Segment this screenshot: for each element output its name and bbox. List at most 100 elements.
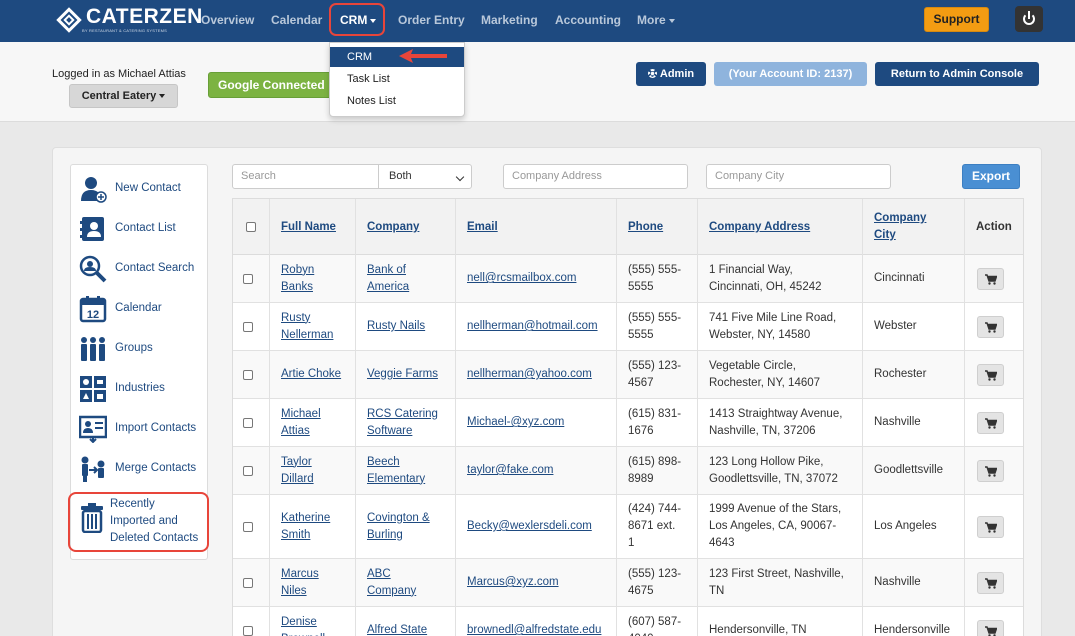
cell-line: 4643 <box>709 537 735 549</box>
cell-company[interactable]: ABC Company <box>356 559 456 606</box>
search-input[interactable]: Search <box>232 164 379 189</box>
nav-marketing[interactable]: Marketing <box>481 13 538 27</box>
order-button[interactable] <box>977 267 1004 290</box>
cell-line: (615) 898- <box>628 455 682 468</box>
cell-email[interactable]: nellherman@hotmail.com <box>456 303 617 350</box>
search-scope-select[interactable]: Both <box>378 164 472 189</box>
cell-email[interactable]: nell@rcsmailbox.com <box>456 255 617 302</box>
cell-full-name[interactable]: Marcus Niles <box>270 559 356 606</box>
cell-line: Software <box>367 424 413 437</box>
export-button[interactable]: Export <box>962 164 1020 189</box>
sidebar-item-import-contacts[interactable]: Import Contacts <box>71 411 209 447</box>
header-phone[interactable]: Phone <box>617 199 698 255</box>
company-address-input[interactable]: Company Address <box>503 164 688 189</box>
caterzen-logo[interactable]: CATERZEN BY RESTAURANT & CATERING SYSTEM… <box>56 6 203 33</box>
cell-company-city-text: Nashville <box>874 416 921 428</box>
nav-order-entry[interactable]: Order Entry <box>398 13 465 27</box>
sidebar-item-groups[interactable]: Groups <box>71 331 209 367</box>
nav-crm[interactable]: CRM <box>340 13 377 27</box>
row-checkbox[interactable] <box>243 369 253 380</box>
cell-company[interactable]: Alfred State <box>356 607 456 636</box>
select-all-checkbox[interactable] <box>246 222 256 232</box>
cell-full-name[interactable]: Robyn Banks <box>270 255 356 302</box>
order-button[interactable] <box>977 315 1004 338</box>
cell-email[interactable]: nellherman@yahoo.com <box>456 351 617 398</box>
cell-company[interactable]: Bank of America <box>356 255 456 302</box>
cell-line: 1676 <box>628 424 654 437</box>
order-button[interactable] <box>977 571 1004 594</box>
header-company[interactable]: Company <box>356 199 456 255</box>
row-checkbox[interactable] <box>243 321 253 332</box>
cell-company[interactable]: Rusty Nails <box>356 303 456 350</box>
header-company-address[interactable]: Company Address <box>698 199 863 255</box>
order-button[interactable] <box>977 459 1004 482</box>
admin-button[interactable]: Admin <box>636 62 706 86</box>
cell-email[interactable]: Michael-@xyz.com <box>456 399 617 446</box>
sidebar-item-calendar[interactable]: 12 Calendar <box>71 291 209 327</box>
cell-company[interactable]: Veggie Farms <box>356 351 456 398</box>
crm-menu-item-notes-list[interactable]: Notes List <box>347 95 396 107</box>
order-button[interactable] <box>977 619 1004 636</box>
header-email[interactable]: Email <box>456 199 617 255</box>
cell-email[interactable]: taylor@fake.com <box>456 447 617 494</box>
cell-company[interactable]: Covington & Burling <box>356 495 456 558</box>
sidebar-item-contact-search[interactable]: Contact Search <box>71 251 209 287</box>
header-full-name[interactable]: Full Name <box>270 199 356 255</box>
cell-full-name[interactable]: Artie Choke <box>270 351 356 398</box>
cell-email[interactable]: Marcus@xyz.com <box>456 559 617 606</box>
cell-full-name[interactable]: Michael Attias <box>270 399 356 446</box>
sidebar-item-contact-list[interactable]: Contact List <box>71 211 209 247</box>
order-button[interactable] <box>977 515 1004 538</box>
return-admin-console-button[interactable]: Return to Admin Console <box>875 62 1039 86</box>
cell-line: 4567 <box>628 376 654 389</box>
cell-line: 1999 Avenue of the Stars, <box>709 503 842 515</box>
logout-button[interactable] <box>1015 6 1043 32</box>
cell-email-text: Becky@wexlersdeli.com <box>467 520 592 532</box>
google-connected-button[interactable]: Google Connected <box>208 72 334 98</box>
row-checkbox[interactable] <box>243 577 253 588</box>
crm-menu-item-task-list[interactable]: Task List <box>347 73 390 85</box>
nav-overview[interactable]: Overview <box>201 13 254 27</box>
chevron-down-icon <box>370 18 377 23</box>
sidebar-item-merge-contacts[interactable]: Merge Contacts <box>71 451 209 487</box>
cell-line: Goodlettsville, TN, 37072 <box>709 472 838 485</box>
nav-more[interactable]: More <box>637 13 675 27</box>
row-checkbox[interactable] <box>243 273 253 284</box>
cell-company-address-text: Vegetable Circle, Rochester, NY, 14607 <box>709 358 820 392</box>
contact-search-icon <box>79 255 107 283</box>
row-checkbox[interactable] <box>243 625 253 636</box>
cell-full-name[interactable]: Taylor Dillard <box>270 447 356 494</box>
cell-company[interactable]: RCS Catering Software <box>356 399 456 446</box>
logged-in-text: Logged in as Michael Attias <box>52 68 186 80</box>
account-id-button[interactable]: (Your Account ID: 2137) <box>714 62 867 86</box>
cell-full-name[interactable]: Rusty Nellerman <box>270 303 356 350</box>
row-checkbox[interactable] <box>243 465 253 476</box>
cell-phone: (615) 831- 1676 <box>617 399 698 446</box>
location-selector[interactable]: Central Eatery <box>69 84 178 108</box>
row-checkbox[interactable] <box>243 417 253 428</box>
cell-phone-text: (555) 555- 5555 <box>628 262 681 296</box>
order-button[interactable] <box>977 411 1004 434</box>
cell-company-city-text: Goodlettsville <box>874 464 944 476</box>
table-row: Denise Brownell Alfred State brownedl@alfre… <box>233 607 1023 636</box>
cell-phone-text: (615) 831- 1676 <box>628 406 681 440</box>
sidebar-item-industries[interactable]: Industries <box>71 371 209 407</box>
cell-company-address: 1 Financial Way, Cincinnati, OH, 45242 <box>698 255 863 302</box>
cell-full-name[interactable]: Katherine Smith <box>270 495 356 558</box>
header-company-city[interactable]: Company City <box>863 199 965 255</box>
row-checkbox[interactable] <box>243 521 253 532</box>
nav-calendar[interactable]: Calendar <box>271 13 322 27</box>
sidebar-item-label: Contact Search <box>115 262 195 274</box>
cell-company-address-text: Hendersonville, TN <box>709 622 807 636</box>
order-button[interactable] <box>977 363 1004 386</box>
row-select-cell <box>233 303 270 350</box>
cell-line: Rusty Nails <box>367 320 426 332</box>
company-city-input[interactable]: Company City <box>706 164 891 189</box>
cell-email[interactable]: Becky@wexlersdeli.com <box>456 495 617 558</box>
cell-full-name[interactable]: Denise Brownell <box>270 607 356 636</box>
cell-company[interactable]: Beech Elementary <box>356 447 456 494</box>
sidebar-item-new-contact[interactable]: New Contact <box>71 171 209 207</box>
nav-accounting[interactable]: Accounting <box>555 13 621 27</box>
support-button[interactable]: Support <box>924 7 989 32</box>
cell-email[interactable]: brownedl@alfredstate.edu <box>456 607 617 636</box>
